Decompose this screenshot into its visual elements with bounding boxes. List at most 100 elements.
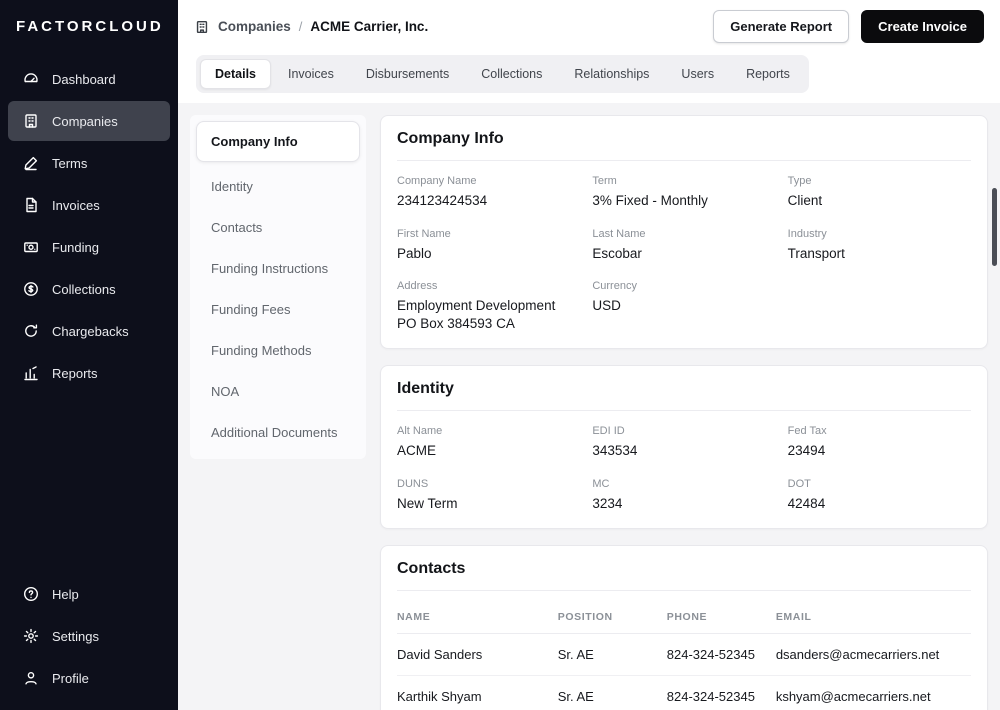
field-value: Pablo bbox=[397, 245, 580, 263]
section-nav-noa[interactable]: NOA bbox=[196, 371, 360, 412]
sidebar-item-label: Settings bbox=[52, 629, 99, 644]
company-info-title: Company Info bbox=[397, 130, 971, 161]
column-header-position: POSITION bbox=[558, 605, 667, 634]
sidebar-item-funding[interactable]: Funding bbox=[8, 227, 170, 267]
page-title: ACME Carrier, Inc. bbox=[310, 19, 428, 34]
field-address: Address Employment Development PO Box 38… bbox=[397, 280, 580, 332]
tab-reports[interactable]: Reports bbox=[731, 59, 805, 89]
companies-icon bbox=[22, 112, 40, 130]
field-label: Alt Name bbox=[397, 425, 580, 437]
field-label: Address bbox=[397, 280, 580, 292]
tab-collections[interactable]: Collections bbox=[466, 59, 557, 89]
breadcrumb-separator: / bbox=[299, 19, 303, 34]
field-alt-name: Alt Name ACME bbox=[397, 425, 580, 460]
create-invoice-button[interactable]: Create Invoice bbox=[861, 10, 984, 43]
section-nav-funding-fees[interactable]: Funding Fees bbox=[196, 289, 360, 330]
sidebar-item-collections[interactable]: Collections bbox=[8, 269, 170, 309]
field-value: Transport bbox=[788, 245, 971, 263]
field-first-name: First Name Pablo bbox=[397, 228, 580, 263]
tab-relationships[interactable]: Relationships bbox=[559, 59, 664, 89]
field-industry: Industry Transport bbox=[788, 228, 971, 263]
section-nav-company-info[interactable]: Company Info bbox=[196, 121, 360, 162]
tab-invoices[interactable]: Invoices bbox=[273, 59, 349, 89]
settings-icon bbox=[22, 627, 40, 645]
column-header-name: NAME bbox=[397, 605, 558, 634]
tab-disbursements[interactable]: Disbursements bbox=[351, 59, 464, 89]
contact-email: dsanders@acmecarriers.net bbox=[776, 634, 971, 676]
tab-details[interactable]: Details bbox=[200, 59, 271, 89]
app-window: FACTORCLOUD Dashboard Companies Terms bbox=[0, 0, 1000, 710]
column-header-phone: PHONE bbox=[667, 605, 776, 634]
sidebar-item-settings[interactable]: Settings bbox=[8, 616, 170, 656]
field-label: Term bbox=[592, 175, 775, 187]
sidebar-item-reports[interactable]: Reports bbox=[8, 353, 170, 393]
tab-users[interactable]: Users bbox=[666, 59, 729, 89]
field-value: 343534 bbox=[592, 442, 775, 460]
field-edi-id: EDI ID 343534 bbox=[592, 425, 775, 460]
table-row[interactable]: David Sanders Sr. AE 824-324-52345 dsand… bbox=[397, 634, 971, 676]
field-value: New Term bbox=[397, 495, 580, 513]
sidebar-item-label: Companies bbox=[52, 114, 118, 129]
app-logo: FACTORCLOUD bbox=[0, 0, 178, 59]
generate-report-button[interactable]: Generate Report bbox=[713, 10, 849, 43]
breadcrumb-companies-link[interactable]: Companies bbox=[218, 19, 291, 34]
section-nav-additional-documents[interactable]: Additional Documents bbox=[196, 412, 360, 453]
funding-icon bbox=[22, 238, 40, 256]
detail-cards: Company Info Company Name 234123424534 T… bbox=[380, 115, 988, 710]
field-label: Industry bbox=[788, 228, 971, 240]
field-fed-tax: Fed Tax 23494 bbox=[788, 425, 971, 460]
top-bar: Companies / ACME Carrier, Inc. Generate … bbox=[178, 0, 1000, 103]
field-value: Escobar bbox=[592, 245, 775, 263]
vertical-scrollbar-thumb[interactable] bbox=[992, 188, 997, 266]
sidebar-item-chargebacks[interactable]: Chargebacks bbox=[8, 311, 170, 351]
tab-bar: Details Invoices Disbursements Collectio… bbox=[196, 55, 809, 93]
field-value: Employment Development PO Box 384593 CA bbox=[397, 297, 580, 332]
field-dot: DOT 42484 bbox=[788, 478, 971, 513]
sidebar-item-label: Invoices bbox=[52, 198, 100, 213]
chargebacks-icon bbox=[22, 322, 40, 340]
sidebar-item-label: Chargebacks bbox=[52, 324, 129, 339]
identity-fields: Alt Name ACME EDI ID 343534 Fed Tax 2349… bbox=[397, 425, 971, 512]
field-company-name: Company Name 234123424534 bbox=[397, 175, 580, 210]
field-label: Currency bbox=[592, 280, 775, 292]
sidebar-nav: Dashboard Companies Terms Invoices bbox=[0, 59, 178, 393]
field-label: MC bbox=[592, 478, 775, 490]
field-label: Last Name bbox=[592, 228, 775, 240]
field-term: Term 3% Fixed - Monthly bbox=[592, 175, 775, 210]
field-label: Fed Tax bbox=[788, 425, 971, 437]
table-row[interactable]: Karthik Shyam Sr. AE 824-324-52345 kshya… bbox=[397, 676, 971, 710]
section-nav-funding-methods[interactable]: Funding Methods bbox=[196, 330, 360, 371]
sidebar-item-help[interactable]: Help bbox=[8, 574, 170, 614]
reports-icon bbox=[22, 364, 40, 382]
sidebar-item-terms[interactable]: Terms bbox=[8, 143, 170, 183]
sidebar: FACTORCLOUD Dashboard Companies Terms bbox=[0, 0, 178, 710]
field-label: EDI ID bbox=[592, 425, 775, 437]
contact-name: David Sanders bbox=[397, 634, 558, 676]
field-label: Type bbox=[788, 175, 971, 187]
section-nav-funding-instructions[interactable]: Funding Instructions bbox=[196, 248, 360, 289]
sidebar-item-profile[interactable]: Profile bbox=[8, 658, 170, 698]
contact-phone: 824-324-52345 bbox=[667, 676, 776, 710]
dashboard-icon bbox=[22, 70, 40, 88]
topbar-actions: Generate Report Create Invoice bbox=[713, 10, 984, 43]
contact-name: Karthik Shyam bbox=[397, 676, 558, 710]
field-label: First Name bbox=[397, 228, 580, 240]
collections-icon bbox=[22, 280, 40, 298]
column-header-email: EMAIL bbox=[776, 605, 971, 634]
main-area: Companies / ACME Carrier, Inc. Generate … bbox=[178, 0, 1000, 710]
field-duns: DUNS New Term bbox=[397, 478, 580, 513]
invoices-icon bbox=[22, 196, 40, 214]
field-currency: Currency USD bbox=[592, 280, 775, 332]
identity-card: Identity Alt Name ACME EDI ID 343534 Fed… bbox=[380, 365, 988, 529]
sidebar-item-label: Dashboard bbox=[52, 72, 116, 87]
identity-title: Identity bbox=[397, 380, 971, 411]
section-nav-identity[interactable]: Identity bbox=[196, 166, 360, 207]
terms-icon bbox=[22, 154, 40, 172]
sidebar-item-dashboard[interactable]: Dashboard bbox=[8, 59, 170, 99]
section-nav: Company Info Identity Contacts Funding I… bbox=[190, 115, 366, 459]
sidebar-item-companies[interactable]: Companies bbox=[8, 101, 170, 141]
sidebar-item-invoices[interactable]: Invoices bbox=[8, 185, 170, 225]
section-nav-contacts[interactable]: Contacts bbox=[196, 207, 360, 248]
company-info-card: Company Info Company Name 234123424534 T… bbox=[380, 115, 988, 349]
sidebar-item-label: Funding bbox=[52, 240, 99, 255]
